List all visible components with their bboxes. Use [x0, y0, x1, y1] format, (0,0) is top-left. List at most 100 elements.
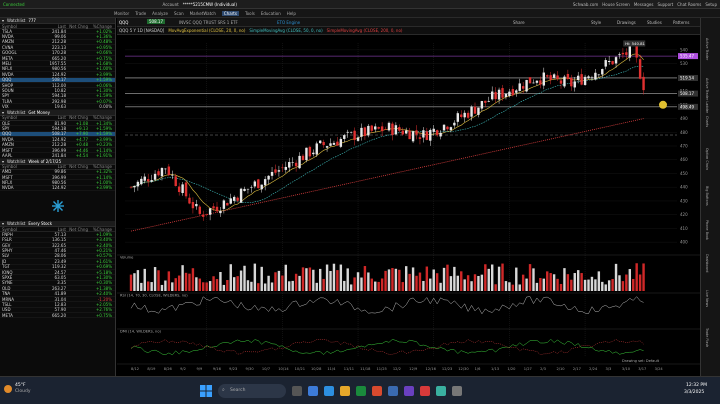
- volume-bar: [442, 267, 446, 291]
- watchlist-row[interactable]: META 665.20 +0.75%: [0, 313, 115, 319]
- side-gadget-tabs: Active Trader Active Trader Ladder Charts O…: [700, 18, 720, 376]
- menu-monitor[interactable]: Monitor: [114, 11, 129, 16]
- row-last: 63.05: [54, 274, 66, 280]
- chart-symbol[interactable]: QQQ: [119, 20, 128, 25]
- collapse-icon[interactable]: ▾: [2, 159, 4, 164]
- link-chat-rooms[interactable]: Chat Rooms: [677, 2, 701, 7]
- side-tab[interactable]: Trade Flash: [705, 328, 709, 347]
- candle-body: [580, 74, 583, 85]
- candle-body: [435, 130, 439, 136]
- col-net-chng[interactable]: Net Chng: [66, 227, 88, 232]
- teams-icon[interactable]: [404, 386, 414, 396]
- candle-body: [497, 89, 501, 100]
- candle-body: [590, 77, 594, 79]
- folder-icon[interactable]: [340, 386, 350, 396]
- menu-trade[interactable]: Trade: [135, 11, 146, 16]
- chrome-icon[interactable]: [420, 386, 430, 396]
- link-messages[interactable]: Messages: [634, 2, 654, 7]
- menu-tools[interactable]: Tools: [245, 11, 255, 16]
- side-tab[interactable]: Charts: [705, 116, 709, 127]
- collapse-icon[interactable]: ▾: [2, 221, 4, 226]
- volume-bar: [325, 264, 329, 291]
- drawings-button[interactable]: Drawings: [617, 20, 636, 25]
- side-tab[interactable]: Active Trader Ladder: [705, 78, 709, 113]
- candle-body: [487, 100, 490, 102]
- row-pct-change: +1.32%: [95, 169, 112, 175]
- settings-icon[interactable]: [452, 386, 462, 396]
- volume-bar: [576, 270, 580, 291]
- office-icon[interactable]: [372, 386, 382, 396]
- watchlist-name[interactable]: Every Stock: [28, 221, 52, 226]
- candle-body: [404, 130, 408, 134]
- row-pct-change: +1.09%: [95, 231, 112, 237]
- volume-bar: [453, 266, 456, 291]
- file-explorer-icon[interactable]: [308, 386, 318, 396]
- study-ema20[interactable]: MovAvgExponential (CLOSE, 20, 0, no): [168, 28, 245, 33]
- y-tick-label: 440: [680, 185, 688, 190]
- volume-bar: [642, 263, 645, 291]
- menu-education[interactable]: Education: [261, 11, 281, 16]
- price-level-label: 519.54: [680, 75, 694, 80]
- menu-scan[interactable]: Scan: [174, 11, 184, 16]
- watchlist-name[interactable]: 777: [28, 18, 36, 23]
- share-button[interactable]: Share: [513, 20, 525, 25]
- row-pct-change: +5.18%: [95, 269, 112, 275]
- side-tab[interactable]: Option Chain: [705, 148, 709, 170]
- store-icon[interactable]: [356, 386, 366, 396]
- task-view-icon[interactable]: [292, 386, 302, 396]
- side-tab[interactable]: Dashboard: [705, 254, 709, 272]
- link-house-screen[interactable]: House Screen: [602, 2, 630, 7]
- study-sma50[interactable]: SimpleMovingAvg (CLOSE, 50, 0, no): [249, 28, 322, 33]
- row-symbol: SYNE: [2, 280, 13, 286]
- patterns-button[interactable]: Patterns: [673, 20, 689, 25]
- thinkorswim-icon[interactable]: [436, 386, 446, 396]
- menu-marketwatch[interactable]: MarketWatch: [190, 11, 216, 16]
- account-value[interactable]: *****5215CMW (Individual): [183, 2, 237, 7]
- mail-icon[interactable]: [388, 386, 398, 396]
- collapse-icon[interactable]: ▾: [2, 110, 4, 115]
- chart-timeframe[interactable]: QQQ 5 Y 1D [NASDAQ]: [119, 28, 164, 33]
- side-tab[interactable]: Phone Book: [705, 220, 709, 240]
- link-setup[interactable]: Setup: [705, 2, 717, 7]
- col-net-chng[interactable]: Net Chng: [66, 164, 88, 169]
- menu-charts[interactable]: Charts: [221, 10, 239, 16]
- side-tab[interactable]: Live News: [705, 290, 709, 307]
- side-tab[interactable]: Active Trader: [705, 38, 709, 60]
- menu-help[interactable]: Help: [287, 11, 296, 16]
- exchange-link[interactable]: ETO Engine: [277, 20, 300, 25]
- link-support[interactable]: Support: [657, 2, 673, 7]
- volume-bar: [549, 273, 552, 291]
- col-net-chng[interactable]: Net Chng: [66, 24, 88, 29]
- taskbar-search[interactable]: ⌕ Search: [218, 384, 286, 398]
- volume-bar: [480, 274, 484, 291]
- volume-bar: [528, 264, 532, 291]
- candle-body: [305, 147, 308, 161]
- volume-bar: [322, 278, 325, 291]
- menu-analyze[interactable]: Analyze: [152, 11, 168, 16]
- link-schwab[interactable]: Schwab.com: [573, 2, 598, 7]
- watchlist-name[interactable]: Week of 2/17/25: [28, 159, 61, 164]
- volume-bar: [532, 268, 535, 291]
- price-chart[interactable]: 5405305205105004904804704604504404304204…: [117, 35, 700, 376]
- row-symbol: GOOGL: [2, 50, 17, 56]
- row-net-change: +7.90: [75, 131, 88, 137]
- study-sma200[interactable]: SimpleMovingAvg (CLOSE, 200, 0, no): [327, 28, 403, 33]
- style-button[interactable]: Style: [591, 20, 601, 25]
- watchlist-row[interactable]: NVDA 124.92 +3.99%: [0, 185, 115, 192]
- studies-button[interactable]: Studies: [647, 20, 662, 25]
- windows-start-icon[interactable]: [200, 385, 212, 397]
- edge-icon[interactable]: [324, 386, 334, 396]
- account-label: Account: [162, 1, 179, 7]
- volume-bar: [215, 279, 219, 291]
- row-symbol: SPXE: [2, 274, 13, 280]
- candle-body: [353, 130, 356, 141]
- volume-bar: [363, 266, 367, 291]
- collapse-icon[interactable]: ▾: [2, 18, 4, 23]
- watchlist-name[interactable]: Get Money: [28, 110, 50, 115]
- side-tab[interactable]: Big Buttons: [705, 186, 709, 206]
- candle-body: [133, 185, 136, 188]
- row-symbol: MSFT: [2, 147, 13, 153]
- row-last: 99.06: [54, 34, 66, 40]
- volume-bar: [129, 274, 133, 291]
- candle-body: [257, 179, 260, 189]
